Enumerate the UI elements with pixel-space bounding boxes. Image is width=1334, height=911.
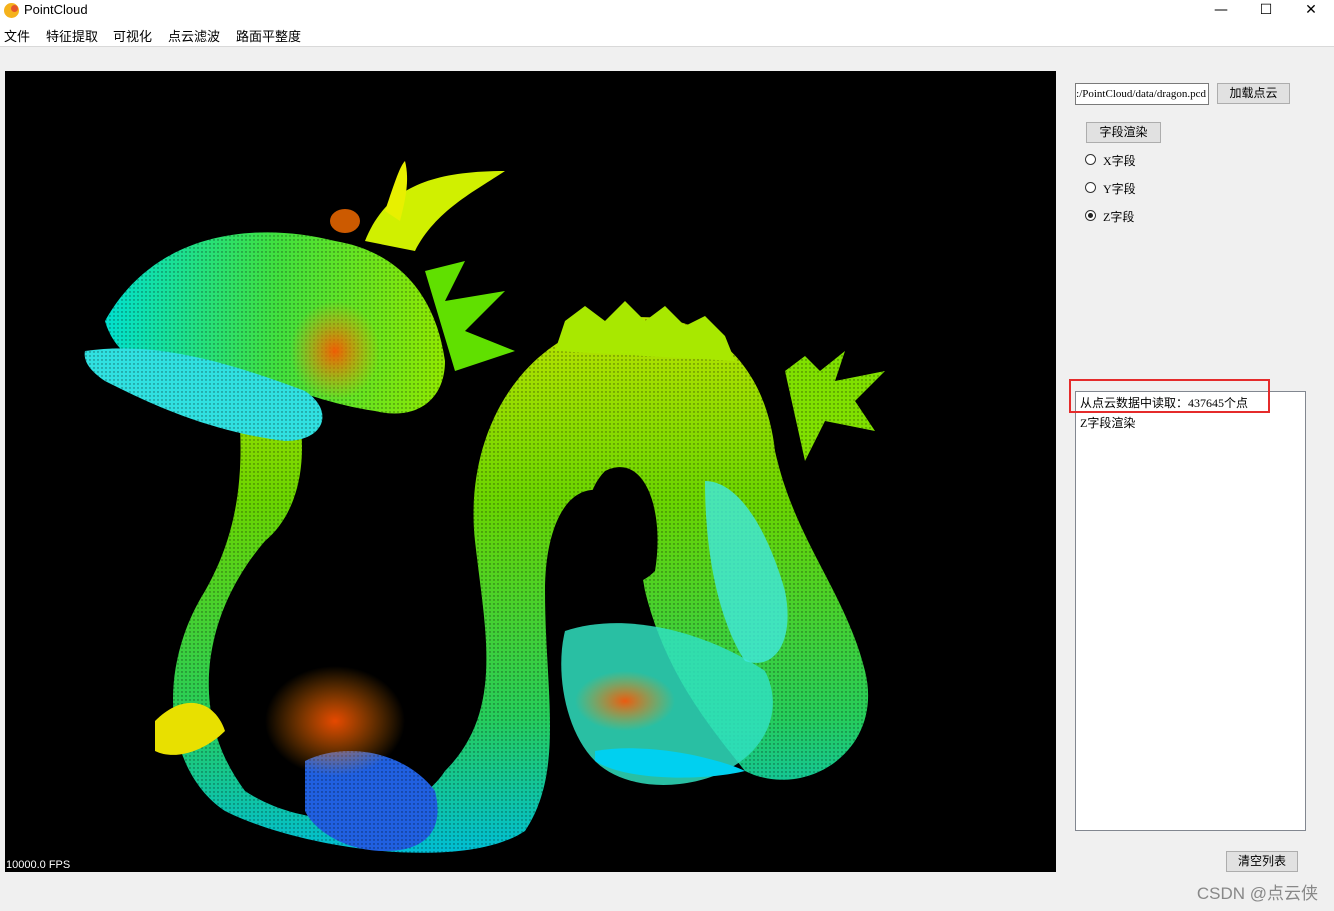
menu-point-cloud-filter[interactable]: 点云滤波 — [168, 26, 220, 45]
radio-z-dot[interactable] — [1085, 210, 1096, 221]
radio-x-label: X字段 — [1103, 154, 1136, 168]
radio-z-label: Z字段 — [1103, 210, 1135, 224]
load-point-cloud-button[interactable]: 加载点云 — [1217, 83, 1290, 104]
close-button[interactable]: ✕ — [1288, 0, 1334, 22]
menu-visualization[interactable]: 可视化 — [113, 26, 152, 45]
radio-y-label: Y字段 — [1103, 182, 1136, 196]
menu-road-flatness[interactable]: 路面平整度 — [236, 26, 301, 45]
clear-list-button[interactable]: 清空列表 — [1226, 851, 1298, 872]
dragon-point-cloud-render — [84, 161, 885, 853]
menu-file[interactable]: 文件 — [4, 26, 30, 45]
field-render-button[interactable]: 字段渲染 — [1086, 122, 1161, 143]
log-line-render: Z字段渲染 — [1080, 416, 1136, 430]
maximize-button[interactable]: ☐ — [1243, 0, 1289, 22]
radio-x-dot[interactable] — [1085, 154, 1096, 165]
app-icon — [4, 3, 19, 18]
radio-y-dot[interactable] — [1085, 182, 1096, 193]
radio-z-field[interactable]: Z字段 — [1085, 208, 1205, 226]
radio-y-field[interactable]: Y字段 — [1085, 180, 1205, 198]
watermark: CSDN @点云侠 — [1196, 884, 1318, 903]
menu-feature-extraction[interactable]: 特征提取 — [46, 26, 98, 45]
menu-bar: 文件 特征提取 可视化 点云滤波 路面平整度 — [0, 22, 1334, 47]
log-line-read-count: 从点云数据中读取：437645个点 — [1080, 396, 1249, 410]
log-list[interactable]: 从点云数据中读取：437645个点 Z字段渲染 — [1075, 391, 1306, 831]
fps-label: 10000.0 FPS — [6, 859, 71, 871]
radio-x-field[interactable]: X字段 — [1085, 152, 1205, 170]
title-bar: PointCloud — ☐ ✕ — [0, 0, 1334, 22]
point-cloud-viewport[interactable]: 10000.0 FPS — [5, 71, 1056, 872]
file-path-input[interactable]: D:/PointCloud/data/dragon.pcd — [1075, 83, 1209, 105]
minimize-button[interactable]: — — [1198, 0, 1244, 22]
window-title: PointCloud — [24, 2, 88, 17]
